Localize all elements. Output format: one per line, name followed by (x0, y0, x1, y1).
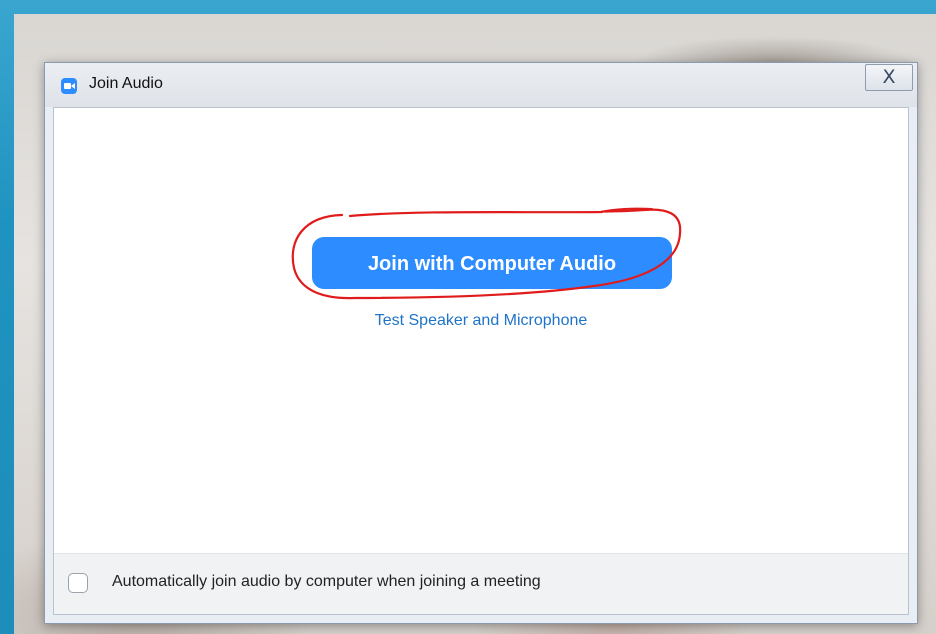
video-camera-icon (61, 78, 77, 94)
auto-join-checkbox[interactable] (68, 573, 88, 593)
title-bar[interactable]: Join Audio X (45, 63, 917, 107)
join-with-computer-audio-button[interactable]: Join with Computer Audio (312, 237, 672, 289)
dialog-content: Join with Computer Audio Test Speaker an… (53, 107, 909, 615)
window-title: Join Audio (89, 75, 163, 92)
red-circle-annotation (291, 207, 682, 300)
annotation-stroke-tail (600, 207, 653, 213)
close-button[interactable]: X (865, 64, 913, 91)
dialog-footer: Automatically join audio by computer whe… (54, 553, 908, 614)
test-speaker-microphone-link[interactable]: Test Speaker and Microphone (54, 312, 908, 330)
join-audio-dialog: Join Audio X Join with Computer Audio Te… (44, 62, 918, 624)
auto-join-label[interactable]: Automatically join audio by computer whe… (112, 573, 541, 591)
